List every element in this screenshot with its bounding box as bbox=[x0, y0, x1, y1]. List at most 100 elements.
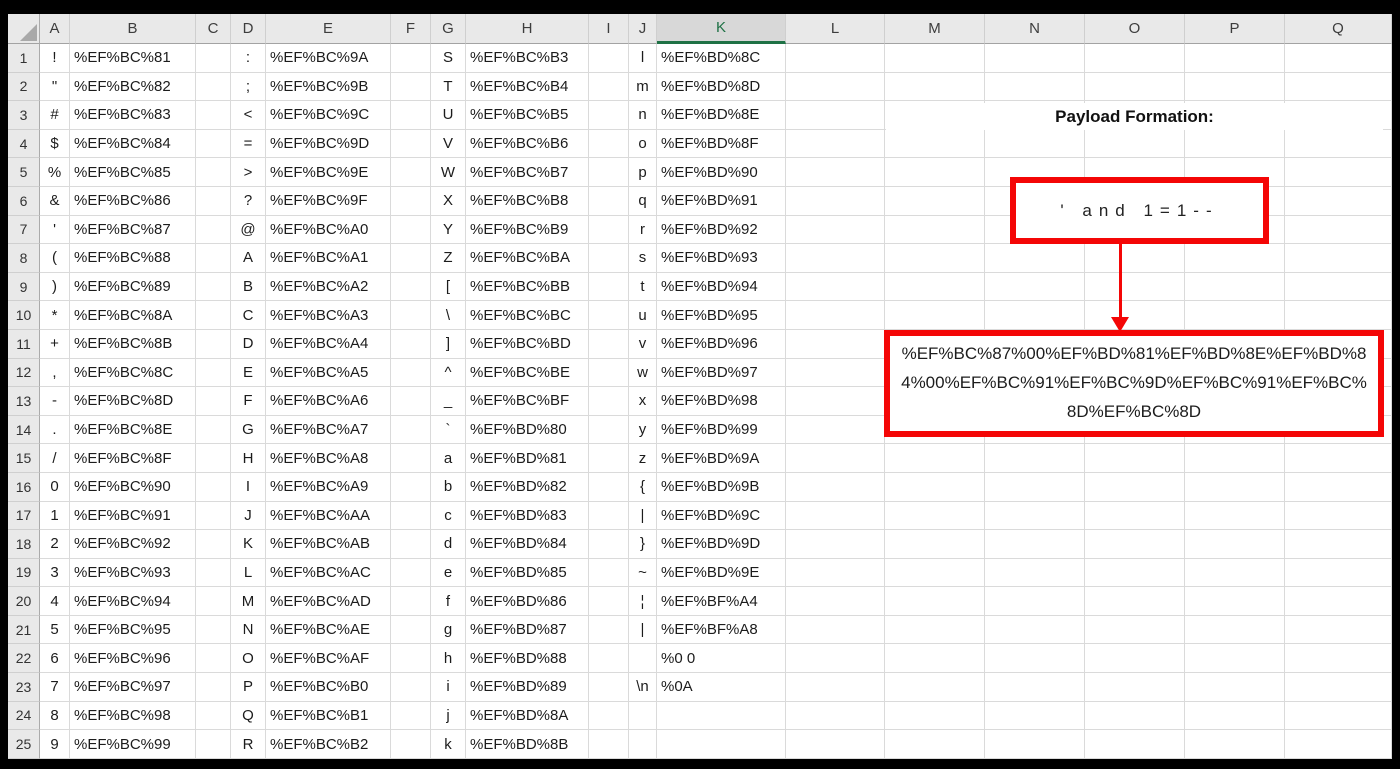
cell-A19[interactable]: 3 bbox=[40, 558, 70, 588]
cell-N4[interactable] bbox=[985, 129, 1085, 159]
cell-C9[interactable] bbox=[196, 272, 231, 302]
cell-J6[interactable]: q bbox=[629, 186, 657, 216]
cell-C25[interactable] bbox=[196, 730, 231, 759]
cell-F9[interactable] bbox=[391, 272, 431, 302]
cell-D15[interactable]: H bbox=[231, 444, 266, 473]
cell-M22[interactable] bbox=[885, 644, 985, 674]
cell-M6[interactable] bbox=[885, 186, 985, 216]
column-header-O[interactable]: O bbox=[1085, 14, 1185, 44]
cell-F21[interactable] bbox=[391, 615, 431, 645]
cell-H16[interactable]: %EF%BD%82 bbox=[466, 472, 589, 502]
cell-N1[interactable] bbox=[985, 44, 1085, 73]
cell-I19[interactable] bbox=[589, 558, 629, 588]
cell-B23[interactable]: %EF%BC%97 bbox=[70, 673, 196, 702]
cell-P8[interactable] bbox=[1185, 244, 1285, 273]
cell-E23[interactable]: %EF%BC%B0 bbox=[266, 673, 391, 702]
cell-H17[interactable]: %EF%BD%83 bbox=[466, 501, 589, 531]
cell-N15[interactable] bbox=[985, 444, 1085, 473]
cell-E13[interactable]: %EF%BC%A6 bbox=[266, 387, 391, 416]
cell-N2[interactable] bbox=[985, 72, 1085, 102]
row-header-18[interactable]: 18 bbox=[8, 530, 40, 559]
cell-K24[interactable] bbox=[657, 701, 786, 731]
cell-H13[interactable]: %EF%BC%BF bbox=[466, 387, 589, 416]
cell-C19[interactable] bbox=[196, 558, 231, 588]
row-header-16[interactable]: 16 bbox=[8, 472, 40, 502]
cell-H4[interactable]: %EF%BC%B6 bbox=[466, 129, 589, 159]
cell-K19[interactable]: %EF%BD%9E bbox=[657, 558, 786, 588]
cell-N19[interactable] bbox=[985, 558, 1085, 588]
cell-Q19[interactable] bbox=[1285, 558, 1392, 588]
cell-H3[interactable]: %EF%BC%B5 bbox=[466, 101, 589, 130]
column-header-J[interactable]: J bbox=[629, 14, 657, 44]
cell-D13[interactable]: F bbox=[231, 387, 266, 416]
cell-A20[interactable]: 4 bbox=[40, 587, 70, 616]
cell-Q8[interactable] bbox=[1285, 244, 1392, 273]
cell-C15[interactable] bbox=[196, 444, 231, 473]
cell-D24[interactable]: Q bbox=[231, 701, 266, 731]
cell-J5[interactable]: p bbox=[629, 158, 657, 187]
cell-C14[interactable] bbox=[196, 415, 231, 445]
cell-C2[interactable] bbox=[196, 72, 231, 102]
cell-F18[interactable] bbox=[391, 530, 431, 559]
cell-C12[interactable] bbox=[196, 358, 231, 388]
cell-L22[interactable] bbox=[786, 644, 885, 674]
cell-Q7[interactable] bbox=[1285, 215, 1392, 245]
cell-D11[interactable]: D bbox=[231, 329, 266, 359]
cell-B2[interactable]: %EF%BC%82 bbox=[70, 72, 196, 102]
cell-I25[interactable] bbox=[589, 730, 629, 759]
cell-O10[interactable] bbox=[1085, 301, 1185, 330]
cell-P15[interactable] bbox=[1185, 444, 1285, 473]
cell-C23[interactable] bbox=[196, 673, 231, 702]
cell-F23[interactable] bbox=[391, 673, 431, 702]
cell-J15[interactable]: z bbox=[629, 444, 657, 473]
column-header-F[interactable]: F bbox=[391, 14, 431, 44]
row-header-5[interactable]: 5 bbox=[8, 158, 40, 187]
cell-M15[interactable] bbox=[885, 444, 985, 473]
cell-F24[interactable] bbox=[391, 701, 431, 731]
row-header-22[interactable]: 22 bbox=[8, 644, 40, 674]
cell-A25[interactable]: 9 bbox=[40, 730, 70, 759]
cell-E15[interactable]: %EF%BC%A8 bbox=[266, 444, 391, 473]
cell-L23[interactable] bbox=[786, 673, 885, 702]
cell-L25[interactable] bbox=[786, 730, 885, 759]
cell-E5[interactable]: %EF%BC%9E bbox=[266, 158, 391, 187]
cell-A14[interactable]: . bbox=[40, 415, 70, 445]
cell-D14[interactable]: G bbox=[231, 415, 266, 445]
payload-encoded-box[interactable]: %EF%BC%87%00%EF%BD%81%EF%BD%8E%EF%BD%8 4… bbox=[884, 330, 1384, 437]
cell-I24[interactable] bbox=[589, 701, 629, 731]
cell-D1[interactable]: : bbox=[231, 44, 266, 73]
cell-M17[interactable] bbox=[885, 501, 985, 531]
cell-E22[interactable]: %EF%BC%AF bbox=[266, 644, 391, 674]
cell-F4[interactable] bbox=[391, 129, 431, 159]
cell-N25[interactable] bbox=[985, 730, 1085, 759]
row-header-9[interactable]: 9 bbox=[8, 272, 40, 302]
cell-D12[interactable]: E bbox=[231, 358, 266, 388]
cell-D19[interactable]: L bbox=[231, 558, 266, 588]
cell-M16[interactable] bbox=[885, 472, 985, 502]
payload-plain-box[interactable]: ' and 1=1-- bbox=[1010, 177, 1269, 244]
cell-D3[interactable]: < bbox=[231, 101, 266, 130]
cell-L1[interactable] bbox=[786, 44, 885, 73]
cell-H18[interactable]: %EF%BD%84 bbox=[466, 530, 589, 559]
cell-F14[interactable] bbox=[391, 415, 431, 445]
cell-I15[interactable] bbox=[589, 444, 629, 473]
cell-D22[interactable]: O bbox=[231, 644, 266, 674]
cell-Q23[interactable] bbox=[1285, 673, 1392, 702]
cell-M2[interactable] bbox=[885, 72, 985, 102]
cell-D23[interactable]: P bbox=[231, 673, 266, 702]
cell-Q1[interactable] bbox=[1285, 44, 1392, 73]
cell-A6[interactable]: & bbox=[40, 186, 70, 216]
cell-K17[interactable]: %EF%BD%9C bbox=[657, 501, 786, 531]
cell-C17[interactable] bbox=[196, 501, 231, 531]
cell-P16[interactable] bbox=[1185, 472, 1285, 502]
cell-K4[interactable]: %EF%BD%8F bbox=[657, 129, 786, 159]
cell-O1[interactable] bbox=[1085, 44, 1185, 73]
cell-F15[interactable] bbox=[391, 444, 431, 473]
cell-P18[interactable] bbox=[1185, 530, 1285, 559]
column-header-N[interactable]: N bbox=[985, 14, 1085, 44]
cell-A16[interactable]: 0 bbox=[40, 472, 70, 502]
cell-F11[interactable] bbox=[391, 329, 431, 359]
cell-F13[interactable] bbox=[391, 387, 431, 416]
select-all-corner[interactable] bbox=[8, 14, 40, 44]
cell-F22[interactable] bbox=[391, 644, 431, 674]
